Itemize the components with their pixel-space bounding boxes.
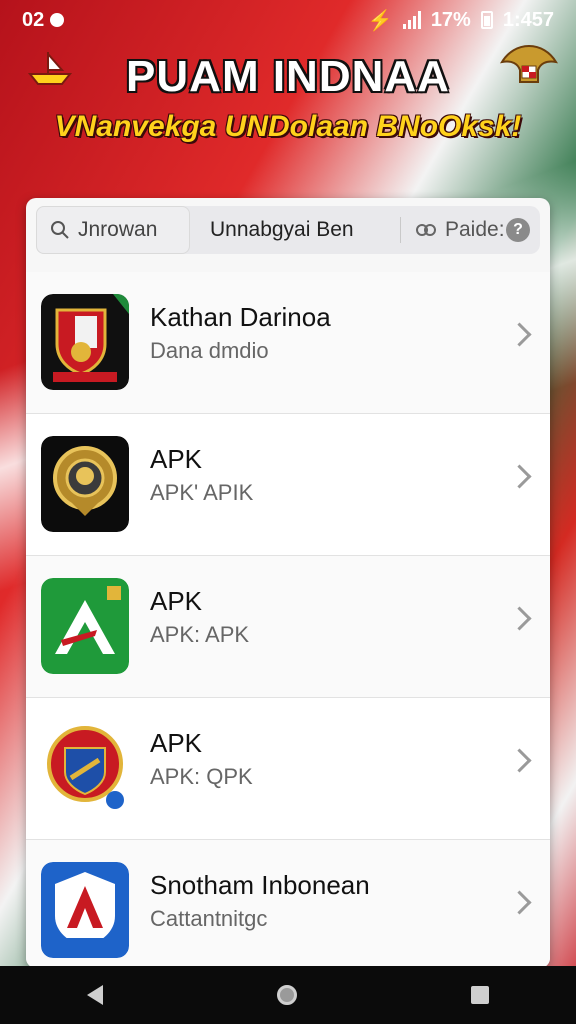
help-icon[interactable]: ? <box>506 218 530 242</box>
list-item[interactable]: APK APK' APIK <box>26 414 550 556</box>
status-left: 02 <box>22 8 65 32</box>
chevron-right-icon <box>507 890 532 915</box>
signal-icon <box>402 11 421 29</box>
status-left-text: 02 <box>22 8 45 31</box>
wifi-icon: ⚡ <box>367 9 393 32</box>
battery-text: 17% <box>430 8 471 31</box>
list-item[interactable]: APK APK: APK <box>26 556 550 698</box>
app-subtitle: Dana dmdio <box>150 338 269 363</box>
notification-icon <box>50 13 65 27</box>
green-a-logo-icon <box>41 578 129 674</box>
app-subtitle: APK: QPK <box>150 764 253 789</box>
app-list: Kathan Darinoa Dana dmdio APK APK' APIK <box>26 272 550 968</box>
chevron-right-icon <box>507 606 532 631</box>
blue-a-logo-icon <box>41 862 129 958</box>
battery-icon <box>480 11 493 29</box>
chevron-right-icon <box>507 464 532 489</box>
app-title: Snotham Inbonean <box>150 870 370 900</box>
tab-middle[interactable]: Unnabgyai Ben <box>190 217 401 243</box>
app-title: APK <box>150 444 203 474</box>
tab-middle-label: Unnabgyai Ben <box>210 218 354 241</box>
app-subtitle: Cattantnitgc <box>150 906 268 931</box>
app-title: Kathan Darinoa <box>150 302 331 332</box>
list-item[interactable]: Snotham Inbonean Cattantnitgc <box>26 840 550 968</box>
app-list-panel: Jnrowan Unnabgyai Ben Paide: ? Kathan Da… <box>26 198 550 968</box>
garuda-emblem-icon <box>499 44 559 83</box>
status-bar: 02 ⚡ 17% 1:457 <box>0 0 576 40</box>
link-icon <box>416 224 436 236</box>
clock: 1:457 <box>502 8 554 31</box>
gold-emblem-icon <box>41 436 129 532</box>
app-title: APK <box>150 586 203 616</box>
back-icon[interactable] <box>87 985 103 1005</box>
status-right: ⚡ 17% 1:457 <box>368 8 554 33</box>
shield-crest-icon <box>41 294 129 390</box>
search-tab-label: Jnrowan <box>78 218 158 241</box>
header: PUAM INDNAA VNanvekga UNDolaan BNoOksk! <box>0 44 576 164</box>
chevron-right-icon <box>507 322 532 347</box>
list-item[interactable]: Kathan Darinoa Dana dmdio <box>26 272 550 414</box>
page-title: PUAM INDNAA <box>126 52 450 101</box>
list-item[interactable]: APK APK: QPK <box>26 698 550 840</box>
badge-seal-icon <box>41 720 129 816</box>
search-icon <box>51 221 69 239</box>
tab-right[interactable]: Paide: ? <box>401 206 540 254</box>
search-tab[interactable]: Jnrowan <box>36 206 190 254</box>
app-title: APK <box>150 728 203 758</box>
app-subtitle: APK: APK <box>150 622 250 647</box>
page-subtitle: VNanvekga UNDolaan BNoOksk! <box>54 110 522 143</box>
home-icon[interactable] <box>277 985 297 1005</box>
app-subtitle: APK' APIK <box>150 480 254 505</box>
navigation-bar <box>0 966 576 1024</box>
chevron-right-icon <box>507 748 532 773</box>
tab-bar: Jnrowan Unnabgyai Ben Paide: ? <box>36 206 540 254</box>
tab-right-label: Paide: <box>445 218 505 241</box>
recent-apps-icon[interactable] <box>471 986 489 1004</box>
